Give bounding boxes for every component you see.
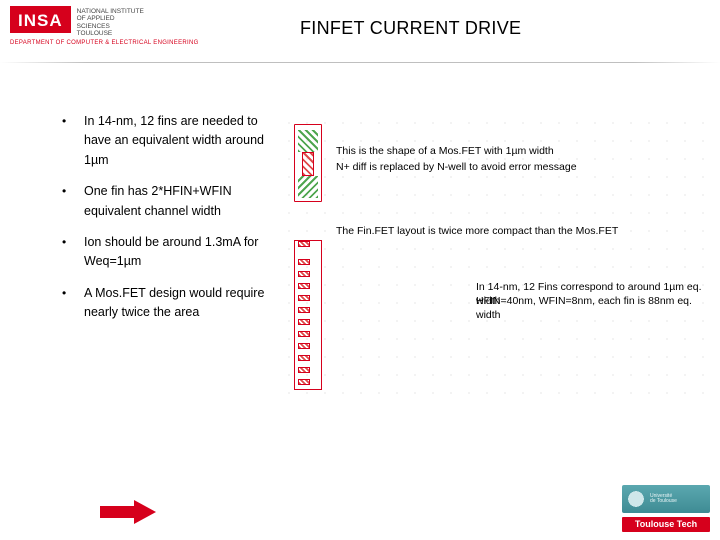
fin-gate xyxy=(298,271,310,277)
universite-toulouse-logo: Université de Toulouse xyxy=(622,485,710,513)
fin-row xyxy=(298,270,318,278)
fin-row xyxy=(298,306,318,314)
toulouse-tech-logo: Toulouse Tech xyxy=(622,517,710,532)
fin-gate xyxy=(298,259,310,265)
fin-row xyxy=(298,366,318,374)
fin-gate xyxy=(298,355,310,361)
ups-logo-text: Université de Toulouse xyxy=(650,494,677,505)
fin-gate xyxy=(298,307,310,313)
diagram-note: N+ diff is replaced by N-well to avoid e… xyxy=(336,160,666,174)
fin-row xyxy=(298,294,318,302)
fin-gate xyxy=(298,295,310,301)
fin-row xyxy=(298,258,318,266)
fin-gate xyxy=(298,319,310,325)
diffusion-bottom xyxy=(298,176,318,198)
department-label: DEPARTMENT OF COMPUTER & ELECTRICAL ENGI… xyxy=(10,40,199,46)
fin-row xyxy=(298,240,318,248)
fin-gate xyxy=(298,331,310,337)
fin-gate xyxy=(298,367,310,373)
fin-row xyxy=(298,318,318,326)
fin-gate xyxy=(298,343,310,349)
fin-row xyxy=(298,330,318,338)
fin-row xyxy=(298,378,318,386)
bullet-list: In 14-nm, 12 fins are needed to have an … xyxy=(62,112,272,334)
diagram-note: This is the shape of a Mos.FET with 1µm … xyxy=(336,144,666,158)
fin-row xyxy=(298,282,318,290)
fin-row xyxy=(298,342,318,350)
institute-text: NATIONAL INSTITUTE OF APPLIED SCIENCES T… xyxy=(77,6,144,38)
diagram-note: HFIN=40nm, WFIN=8nm, each fin is 88nm eq… xyxy=(476,294,706,322)
bullet-item: Ion should be around 1.3mA for Weq=1µm xyxy=(62,233,272,272)
bullet-item: One fin has 2*HFIN+WFIN equivalent chann… xyxy=(62,182,272,221)
mosfet-layout xyxy=(298,130,318,198)
bullet-item: A Mos.FET design would require nearly tw… xyxy=(62,284,272,323)
next-arrow-icon xyxy=(100,500,156,524)
bullet-item: In 14-nm, 12 fins are needed to have an … xyxy=(62,112,272,170)
diagram-area: This is the shape of a Mos.FET with 1µm … xyxy=(276,110,708,410)
fin-gate xyxy=(298,283,310,289)
fin-row xyxy=(298,354,318,362)
fin-gate xyxy=(298,379,310,385)
seal-icon xyxy=(626,489,646,509)
footer-logos: Université de Toulouse Toulouse Tech xyxy=(622,485,710,532)
gate-region xyxy=(302,152,314,176)
title-divider xyxy=(0,62,720,63)
insa-logo: INSA xyxy=(10,6,71,33)
finfet-layout xyxy=(294,240,336,390)
slide-title: FINFET CURRENT DRIVE xyxy=(300,18,521,39)
diagram-note: The Fin.FET layout is twice more compact… xyxy=(336,224,696,238)
header-logo-block: INSA NATIONAL INSTITUTE OF APPLIED SCIEN… xyxy=(10,6,144,38)
fin-gate xyxy=(298,241,310,247)
slide: INSA NATIONAL INSTITUTE OF APPLIED SCIEN… xyxy=(0,0,720,540)
diffusion-top xyxy=(298,130,318,152)
